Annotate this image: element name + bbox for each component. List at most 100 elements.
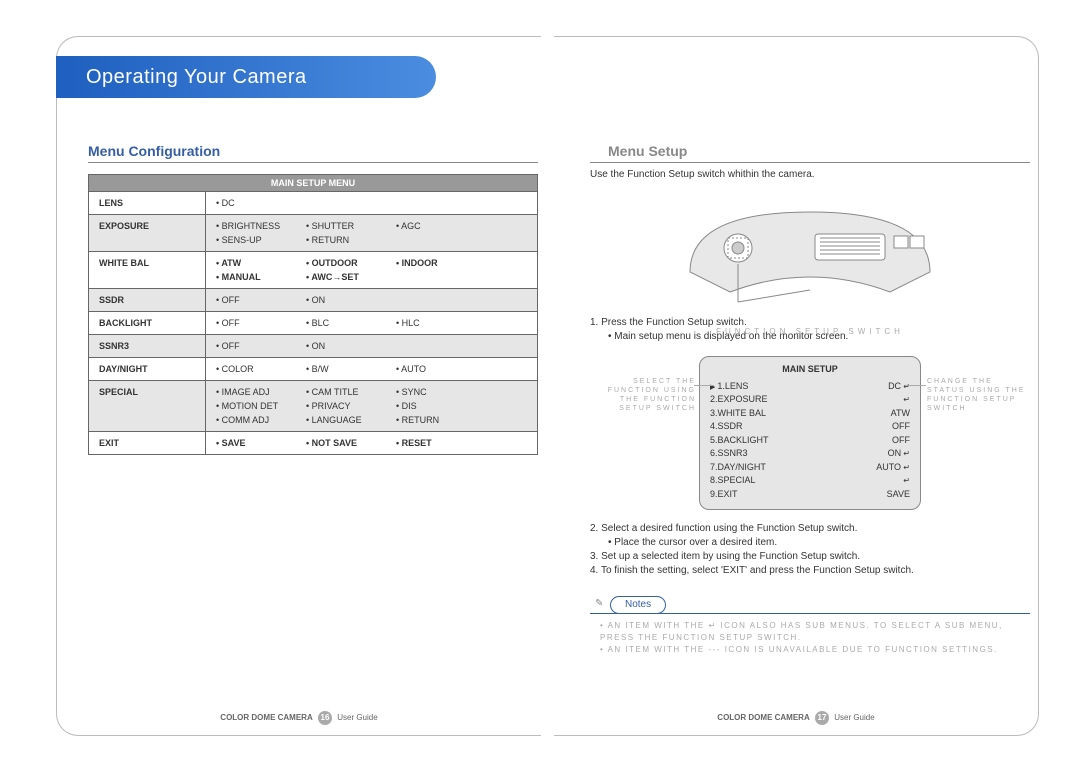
value-item: ON <box>306 295 396 305</box>
menu-item: 5.BACKLIGHTOFF <box>710 434 910 448</box>
value-item: CAM TITLE <box>306 387 396 397</box>
value-item: AUTO <box>396 364 476 374</box>
value-item: SENS-UP <box>216 235 306 245</box>
callout-right: CHANGE THE STATUS USING THE FUNCTION SET… <box>927 377 1035 413</box>
value-item: BLC <box>306 318 396 328</box>
table-row: WHITE BALATWOUTDOORINDOORMANUALAWC→SET- <box>89 252 538 289</box>
row-values: IMAGE ADJCAM TITLESYNC MOTION DETPRIVACYD… <box>206 381 538 432</box>
instruction-line: 2. Select a desired function using the F… <box>590 522 1030 536</box>
value-item: DIS <box>396 401 476 411</box>
value-item: HLC <box>396 318 476 328</box>
table-row: EXITSAVENOT SAVERESET <box>89 432 538 455</box>
menu-item: 3.WHITE BALATW <box>710 407 910 421</box>
right-content: Use the Function Setup switch whithin th… <box>590 168 1030 656</box>
note-line: • AN ITEM WITH THE ↵ ICON ALSO HAS SUB M… <box>600 620 1030 644</box>
row-values: BRIGHTNESSSHUTTERAGCSENS-UPRETURN- <box>206 215 538 252</box>
row-label: SSNR3 <box>89 335 206 358</box>
footer-product: COLOR DOME CAMERA <box>717 713 809 722</box>
value-item: SAVE <box>216 438 306 448</box>
table-row: BACKLIGHTOFFBLCHLC <box>89 312 538 335</box>
value-item: RESET <box>396 438 476 448</box>
value-item: LANGUAGE <box>306 415 396 425</box>
value-item: COMM ADJ <box>216 415 306 425</box>
divider-right <box>590 162 1030 163</box>
table-row: SSNR3OFFON <box>89 335 538 358</box>
value-item: OFF <box>216 318 306 328</box>
table-row: SSDROFFON <box>89 289 538 312</box>
value-item: SYNC <box>396 387 476 397</box>
section-label-right: Menu Setup <box>608 143 687 159</box>
page-title: Operating Your Camera <box>56 56 436 98</box>
value-item: INDOOR <box>396 258 476 268</box>
menu-item: 4.SSDROFF <box>710 420 910 434</box>
value-item: PRIVACY <box>306 401 396 411</box>
divider-left <box>88 162 538 163</box>
row-label: LENS <box>89 192 206 215</box>
table-row: SPECIAL IMAGE ADJCAM TITLESYNC MOTION DETP… <box>89 381 538 432</box>
instruction-line: 3. Set up a selected item by using the F… <box>590 550 1030 564</box>
main-setup-display: SELECT THE FUNCTION USING THE FUNCTION S… <box>699 356 921 510</box>
page-number-left: 16 <box>318 711 332 725</box>
value-item: IMAGE ADJ <box>216 387 306 397</box>
steps-block: 2. Select a desired function using the F… <box>590 522 1030 578</box>
notes-label: Notes <box>610 596 666 614</box>
footer-guide: User Guide <box>337 713 377 722</box>
footer-left: COLOR DOME CAMERA 16 User Guide <box>57 711 541 725</box>
footer-product: COLOR DOME CAMERA <box>220 713 312 722</box>
instruction-line: 4. To finish the setting, select 'EXIT' … <box>590 564 1030 578</box>
table-row: EXPOSURE BRIGHTNESSSHUTTERAGC SENS-UPRETUR… <box>89 215 538 252</box>
menu-item: 2.EXPOSURE <box>710 393 910 407</box>
menu-item: 1.LENSDC <box>710 380 910 394</box>
note-line: • AN ITEM WITH THE --- ICON IS UNAVAILAB… <box>600 644 1030 656</box>
value-item: SHUTTER <box>306 221 396 231</box>
value-item: OFF <box>216 341 306 351</box>
value-item: MANUAL <box>216 272 306 282</box>
page-number-right: 17 <box>815 711 829 725</box>
row-label: EXPOSURE <box>89 215 206 252</box>
value-item: BRIGHTNESS <box>216 221 306 231</box>
menu-item: 9.EXITSAVE <box>710 488 910 502</box>
menu-config-table: MAIN SETUP MENU LENS DC EXPOSURE BRIGHTNESS… <box>88 174 538 455</box>
instruction-line: • Place the cursor over a desired item. <box>608 536 1030 550</box>
menu-item: 6.SSNR3ON <box>710 447 910 461</box>
row-label: DAY/NIGHT <box>89 358 206 381</box>
value-item: B/W <box>306 364 396 374</box>
row-values: OFFON <box>206 335 538 358</box>
row-values: SAVENOT SAVERESET <box>206 432 538 455</box>
row-values: OFFON <box>206 289 538 312</box>
main-setup-title: MAIN SETUP <box>710 363 910 376</box>
footer-right: COLOR DOME CAMERA 17 User Guide <box>554 711 1038 725</box>
menu-item: 7.DAY/NIGHTAUTO <box>710 461 910 475</box>
value-item: ATW <box>216 258 306 268</box>
intro-text: Use the Function Setup switch whithin th… <box>590 168 1030 182</box>
notes-section: Notes • AN ITEM WITH THE ↵ ICON ALSO HAS… <box>590 596 1030 656</box>
row-values: COLORB/WAUTO <box>206 358 538 381</box>
page: COLOR DOME CAMERA 16 User Guide COLOR DO… <box>0 0 1080 771</box>
value-item: OUTDOOR <box>306 258 396 268</box>
callout-left: SELECT THE FUNCTION USING THE FUNCTION S… <box>588 377 696 413</box>
row-label: EXIT <box>89 432 206 455</box>
camera-diagram: FUNCTION SETUP SWITCH <box>660 192 960 312</box>
value-item: RETURN <box>396 415 476 425</box>
value-item: NOT SAVE <box>306 438 396 448</box>
table-row: DAY/NIGHTCOLORB/WAUTO <box>89 358 538 381</box>
value-item: AGC <box>396 221 476 231</box>
value-item: AWC→SET <box>306 272 396 282</box>
menu-item: 8.SPECIAL <box>710 474 910 488</box>
table-header: MAIN SETUP MENU <box>89 175 538 192</box>
value-item: ON <box>306 341 396 351</box>
value-item: COLOR <box>216 364 306 374</box>
value-item: OFF <box>216 295 306 305</box>
value-item: MOTION DET <box>216 401 306 411</box>
row-label: SSDR <box>89 289 206 312</box>
row-label: WHITE BAL <box>89 252 206 289</box>
value-item: DC <box>216 198 306 208</box>
table-row: LENS DC <box>89 192 538 215</box>
diagram-caption: FUNCTION SETUP SWITCH <box>660 326 960 337</box>
footer-guide: User Guide <box>834 713 874 722</box>
row-values: DC <box>206 192 538 215</box>
section-label-left: Menu Configuration <box>88 143 220 159</box>
value-item: RETURN <box>306 235 396 245</box>
row-label: SPECIAL <box>89 381 206 432</box>
row-values: OFFBLCHLC <box>206 312 538 335</box>
